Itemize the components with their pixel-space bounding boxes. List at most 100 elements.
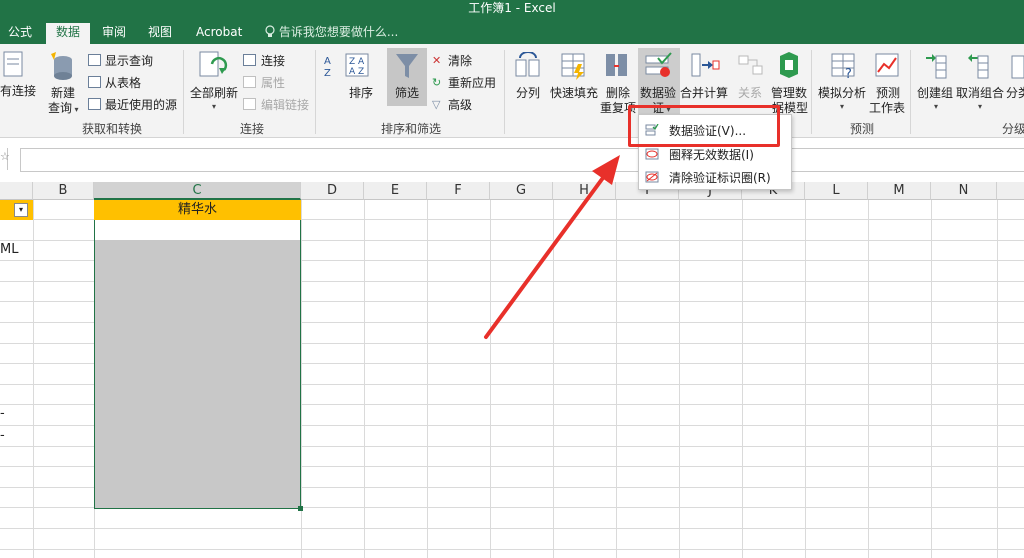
group-divider xyxy=(183,50,184,134)
tab-data[interactable]: 数据 xyxy=(46,23,90,44)
remove-duplicates-label-1[interactable]: 删除 xyxy=(606,86,630,100)
column-header-o[interactable] xyxy=(997,182,1024,200)
annotation-arrow-icon xyxy=(484,155,620,339)
fill-handle[interactable] xyxy=(298,506,303,511)
forecast-sheet-label-2[interactable]: 工作表 xyxy=(869,101,905,115)
ribbon-tab-bar: 公式 数据 审阅 视图 Acrobat 告诉我您想要做什么... xyxy=(0,18,1024,44)
manage-data-model-icon xyxy=(780,52,798,78)
group-label-get-transform: 获取和转换 xyxy=(82,122,143,136)
column-header-e[interactable]: E xyxy=(364,182,427,200)
cell-a10[interactable]: - xyxy=(0,404,5,424)
data-validation-button[interactable]: 数据验 xyxy=(640,86,676,100)
clear-button[interactable]: 清除 xyxy=(448,54,472,68)
grid-column-line xyxy=(427,200,428,558)
clear-circles-icon xyxy=(645,171,659,183)
cell-a1[interactable]: ▾ xyxy=(0,200,33,220)
forecast-sheet-label-1[interactable]: 预测 xyxy=(876,86,900,100)
properties-icon xyxy=(243,76,256,88)
group-divider xyxy=(811,50,812,134)
flash-fill-button[interactable]: 快速填充 xyxy=(550,86,598,100)
ribbon-data: 有连接 新建 查询 ▾ 显示查询 从表格 最近使用的源 获取和转换 全部刷新 ▾… xyxy=(0,44,1024,138)
from-table-button[interactable]: 从表格 xyxy=(105,76,141,90)
cell-c1[interactable]: 精华水 xyxy=(94,200,301,220)
sort-az-icon: A Z Z A A Z xyxy=(324,53,369,79)
window-title: 工作簿1 - Excel xyxy=(468,1,556,15)
group-label-connections: 连接 xyxy=(240,122,265,136)
tell-me-box[interactable]: 告诉我您想要做什么... xyxy=(265,23,398,42)
selection-border xyxy=(94,219,301,509)
relationships-icon xyxy=(738,55,763,75)
text-to-columns-icon xyxy=(515,52,540,77)
ungroup-icon xyxy=(968,54,989,79)
chevron-down-icon: ▾ xyxy=(72,105,79,114)
connections-button[interactable]: 连接 xyxy=(261,54,285,68)
cell-a2[interactable]: ML xyxy=(0,240,18,260)
menu-item-label: 清除验证标识圈(R) xyxy=(669,171,771,185)
svg-text:Z: Z xyxy=(324,68,331,79)
show-queries-button[interactable]: 显示查询 xyxy=(105,54,153,68)
menu-item-label: 圈释无效数据(I) xyxy=(669,148,754,162)
group-button[interactable]: 创建组 xyxy=(917,86,953,100)
column-header-l[interactable]: L xyxy=(805,182,868,200)
ungroup-button[interactable]: 取消组合 xyxy=(956,86,1004,100)
new-query-label-1[interactable]: 新建 xyxy=(48,86,78,100)
chevron-down-icon: ▾ xyxy=(840,102,845,111)
connections-icon xyxy=(243,54,256,66)
reapply-button[interactable]: 重新应用 xyxy=(448,76,496,90)
filter-dropdown-icon[interactable]: ▾ xyxy=(14,203,28,217)
chevron-down-icon: ▾ xyxy=(934,102,939,111)
column-header-c[interactable]: C xyxy=(94,182,301,200)
sort-button[interactable]: 排序 xyxy=(349,86,373,100)
grid-column-line xyxy=(997,200,998,558)
reapply-icon: ↻ xyxy=(432,76,442,89)
chevron-down-icon: ▾ xyxy=(212,102,217,111)
column-header-d[interactable]: D xyxy=(301,182,364,200)
tab-view[interactable]: 视图 xyxy=(142,23,178,44)
tab-review[interactable]: 审阅 xyxy=(96,23,132,44)
edit-links-icon xyxy=(243,98,256,110)
column-header-n[interactable]: N xyxy=(931,182,997,200)
data-validation-icon xyxy=(645,52,672,77)
tab-formulas[interactable]: 公式 xyxy=(2,23,38,44)
svg-text:?: ? xyxy=(845,67,852,80)
menu-item-clear-circles[interactable]: 清除验证标识圈(R) xyxy=(639,166,791,188)
grid-column-line xyxy=(301,200,302,558)
cell-a11[interactable]: - xyxy=(0,426,5,446)
edit-links-button[interactable]: 编辑链接 xyxy=(261,98,309,112)
insert-function-icon[interactable]: ☆ xyxy=(0,150,10,163)
svg-text:Z A: Z A xyxy=(349,57,365,67)
group-label-sort-filter: 排序和筛选 xyxy=(381,122,442,136)
forecast-sheet-icon xyxy=(875,53,899,77)
consolidate-button[interactable]: 合并计算 xyxy=(680,86,728,100)
from-table-icon xyxy=(88,76,101,88)
refresh-all-button[interactable]: 全部刷新 xyxy=(190,86,238,100)
group-icon xyxy=(926,54,947,79)
new-query-button[interactable]: 查询 ▾ xyxy=(48,101,79,117)
show-queries-icon xyxy=(88,54,101,66)
group-divider xyxy=(504,50,505,134)
advanced-button[interactable]: 高级 xyxy=(448,98,472,112)
recent-sources-button[interactable]: 最近使用的源 xyxy=(105,98,177,112)
consolidate-icon xyxy=(691,53,720,77)
grid-row-line xyxy=(0,549,1024,550)
column-header-b[interactable]: B xyxy=(33,182,94,200)
filter-funnel-icon xyxy=(396,54,418,78)
lightbulb-icon xyxy=(265,25,275,37)
filter-button[interactable]: 筛选 xyxy=(395,86,419,100)
manage-data-model-label-1[interactable]: 管理数 xyxy=(771,86,807,100)
annotation-highlight-box xyxy=(628,105,780,147)
column-header-m[interactable]: M xyxy=(868,182,931,200)
properties-button[interactable]: 属性 xyxy=(261,76,285,90)
grid-column-line xyxy=(868,200,869,558)
advanced-filter-icon: ▽ xyxy=(432,98,441,111)
clear-filter-icon: ✕ xyxy=(432,54,442,67)
subtotal-button[interactable]: 分类 xyxy=(1006,86,1024,100)
column-header-a[interactable] xyxy=(0,182,33,200)
what-if-analysis-button[interactable]: 模拟分析 xyxy=(818,86,866,100)
group-divider xyxy=(315,50,316,134)
relationships-button[interactable]: 关系 xyxy=(738,86,762,100)
new-query-icon xyxy=(51,52,72,80)
text-to-columns-button[interactable]: 分列 xyxy=(516,86,540,100)
existing-connections-button[interactable]: 有连接 xyxy=(0,84,36,98)
tab-acrobat[interactable]: Acrobat xyxy=(190,23,248,44)
